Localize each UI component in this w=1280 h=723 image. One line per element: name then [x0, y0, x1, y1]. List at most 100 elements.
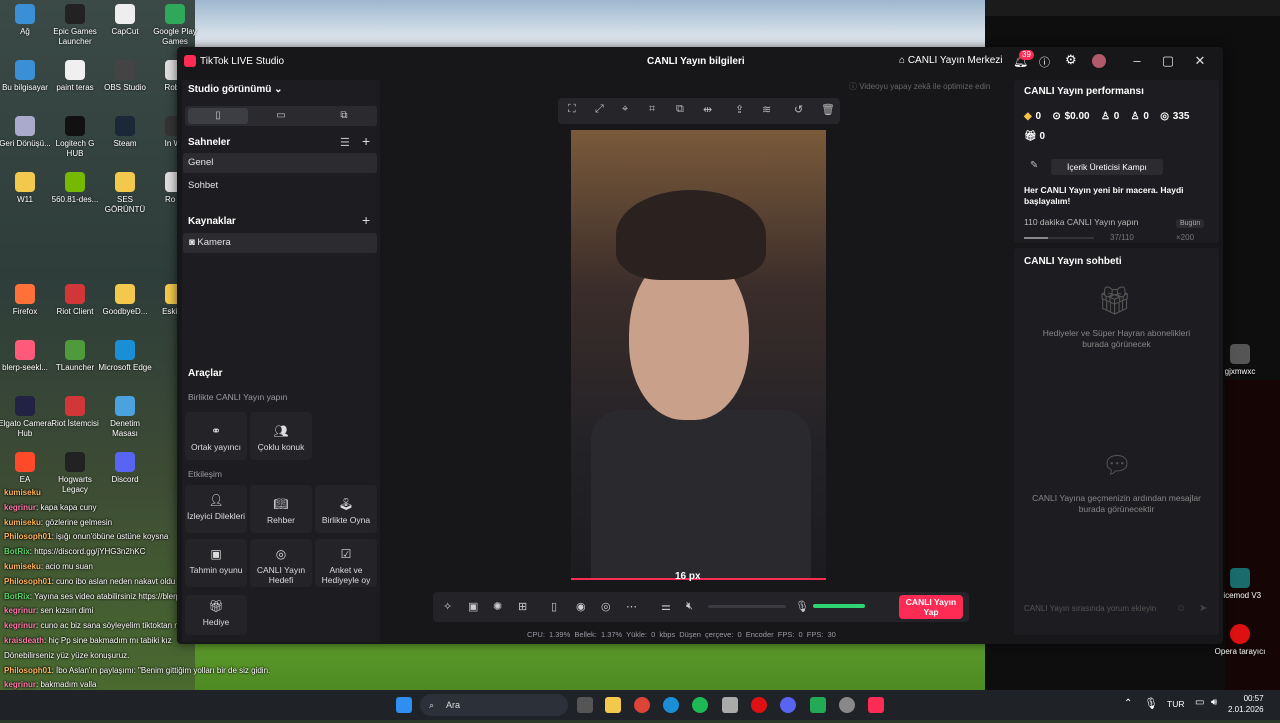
bring-front-icon[interactable]: ⇪ — [735, 103, 744, 116]
phone-icon[interactable]: ▯ — [551, 600, 557, 613]
desktop-icon[interactable]: Epic Games Launcher — [47, 4, 103, 47]
play-together-button[interactable]: 🕹︎ Birlikte Oyna — [315, 485, 377, 533]
network-icon[interactable]: ▭ — [1195, 697, 1204, 708]
source-item[interactable]: ◙ Kamera — [183, 233, 377, 253]
list-icon[interactable]: ☰ — [340, 136, 350, 149]
more-icon[interactable]: ⋯ — [626, 600, 637, 613]
center-icon[interactable]: ⌖ — [622, 103, 628, 116]
go-live-button[interactable]: CANLI Yayın Yap — [899, 595, 963, 619]
desktop-icon[interactable]: paint teras — [47, 60, 103, 93]
file-explorer-icon[interactable] — [605, 697, 621, 713]
opera-icon[interactable] — [751, 697, 767, 713]
gear-icon[interactable]: ⚙ — [1065, 52, 1077, 68]
desktop-icon[interactable]: Google Play Games — [147, 4, 203, 47]
desktop-icon[interactable]: EA — [0, 452, 53, 485]
desktop-icon[interactable]: Ağ — [0, 4, 53, 37]
desktop-icon[interactable]: W11 — [0, 172, 53, 205]
volume-slider[interactable] — [708, 605, 786, 608]
desktop-icon[interactable]: Steam — [97, 116, 153, 149]
desktop-icon[interactable]: GoodbyeD... — [97, 284, 153, 317]
expand-icon[interactable]: ⤢ — [595, 103, 604, 116]
screen-icon[interactable]: ▣ — [468, 600, 478, 613]
settings-taskbar-icon[interactable] — [722, 697, 738, 713]
crop-icon[interactable]: ⌗ — [649, 103, 655, 116]
add-media-icon[interactable]: ⊞ — [518, 600, 527, 613]
edge-icon[interactable] — [663, 697, 679, 713]
chrome-icon[interactable] — [634, 697, 650, 713]
desktop-icon[interactable]: Riot İstemcisi — [47, 396, 103, 429]
emoji-icon[interactable]: ☺ — [1176, 603, 1186, 614]
desktop-icon[interactable]: Bu bilgisayar — [0, 60, 53, 93]
portrait-layout-button[interactable]: ▯ — [188, 108, 248, 124]
effects-icon[interactable]: ✺ — [493, 600, 502, 613]
mic-tray-icon[interactable]: 🎙︎ — [1144, 697, 1158, 710]
speaker-muted-icon[interactable]: 🔇︎ — [686, 600, 693, 613]
layers-icon[interactable]: ≋ — [762, 103, 771, 116]
volume-icon[interactable]: 🔊︎ — [1211, 697, 1217, 708]
magic-icon[interactable]: ✧ — [443, 600, 452, 613]
settings-sliders-icon[interactable]: ⚌ — [661, 600, 671, 613]
studio-view-dropdown[interactable]: Studio görünümü ⌄ — [188, 84, 283, 95]
desktop-icon[interactable]: Denetim Masası — [97, 396, 153, 439]
co-host-button[interactable]: ⚭ Ortak yayıncı — [185, 412, 247, 460]
help-icon[interactable]: ⓘ — [1039, 54, 1050, 70]
app-icon[interactable] — [810, 697, 826, 713]
close-button[interactable]: ✕ — [1189, 52, 1211, 70]
rotate-icon[interactable]: ↺ — [794, 103, 803, 116]
windows-start-icon[interactable] — [396, 697, 412, 713]
tiktok-taskbar-icon[interactable] — [868, 697, 884, 713]
desktop-icon[interactable]: Microsoft Edge — [97, 340, 153, 373]
live-info-button[interactable]: CANLI Yayın bilgileri — [647, 56, 745, 67]
desktop-icon[interactable]: Logitech G HUB — [47, 116, 103, 159]
trash-icon[interactable]: 🗑︎ — [821, 103, 835, 116]
live-center-button[interactable]: ⌂ CANLI Yayın Merkezi — [899, 55, 1003, 66]
campaign-chip[interactable]: İçerik Üreticisi Kampı — [1051, 159, 1163, 175]
scene-item[interactable]: Sohbet — [183, 176, 377, 196]
copy-icon[interactable]: ⧉ — [676, 103, 684, 116]
chat-input[interactable]: CANLI Yayın sırasında yorum ekleyin — [1024, 604, 1194, 613]
live-goal-button[interactable]: ◎ CANLI Yayın Hedefi — [250, 539, 312, 587]
multi-guest-button[interactable]: 👥︎ Çoklu konuk — [250, 412, 312, 460]
chevron-up-icon[interactable]: ⌃ — [1124, 698, 1132, 709]
camera-preview[interactable] — [571, 130, 826, 580]
add-scene-button[interactable]: + — [362, 133, 370, 149]
guide-button[interactable]: 📖︎ Rehber — [250, 485, 312, 533]
desktop-icon[interactable]: 560.81-des... — [47, 172, 103, 205]
desktop-icon[interactable]: Firefox — [0, 284, 53, 317]
fit-icon[interactable]: ⛶ — [568, 103, 576, 116]
desktop-icon[interactable]: Elgato Camera Hub — [0, 396, 53, 439]
landscape-layout-button[interactable]: ▭ — [251, 108, 311, 124]
desktop-icon[interactable]: Geri Dönüşü... — [0, 116, 53, 149]
prediction-button[interactable]: ▣ Tahmin oyunu — [185, 539, 247, 587]
viewer-requests-button[interactable]: 👤︎ İzleyici Dilekleri — [185, 485, 247, 533]
add-source-button[interactable]: + — [362, 212, 370, 228]
send-icon[interactable]: ➤ — [1199, 603, 1207, 614]
clock[interactable]: 00:57 2.01.2026 — [1228, 693, 1264, 715]
microphone-icon[interactable]: 🎙︎ — [795, 600, 809, 613]
discord-icon[interactable] — [780, 697, 796, 713]
mic-level[interactable] — [813, 604, 865, 608]
desktop-icon[interactable]: blerp-seekl... — [0, 340, 53, 373]
spotify-icon[interactable] — [692, 697, 708, 713]
minimize-button[interactable]: – — [1126, 52, 1148, 70]
replay-icon[interactable]: ◎ — [601, 600, 611, 613]
record-icon[interactable]: ◉ — [576, 600, 586, 613]
avatar[interactable] — [1092, 54, 1106, 68]
maximize-button[interactable]: ▢ — [1157, 52, 1179, 70]
desktop-icon[interactable]: Riot Client — [47, 284, 103, 317]
language-indicator[interactable]: TUR — [1167, 699, 1184, 709]
poll-button[interactable]: ☑ Anket ve Hediyeyle oy — [315, 539, 377, 587]
ai-optimize-hint[interactable]: ⓘ Videoyu yapay zekâ ile optimize edin — [849, 81, 990, 92]
flip-icon[interactable]: ⇹ — [703, 103, 712, 116]
desktop-icon[interactable]: TLauncher — [47, 340, 103, 373]
dual-layout-button[interactable]: ⧉ — [314, 108, 374, 124]
scene-item[interactable]: Genel — [183, 153, 377, 173]
desktop-icon[interactable]: SES GÖRÜNTÜ — [97, 172, 153, 215]
gift-button[interactable]: 🎁︎ Hediye — [185, 595, 247, 635]
taskbar-search[interactable]: ⌕ Ara — [420, 694, 568, 716]
obs-icon[interactable] — [839, 697, 855, 713]
desktop-icon[interactable]: Discord — [97, 452, 153, 485]
desktop-icon[interactable]: CapCut — [97, 4, 153, 37]
task-view-icon[interactable] — [577, 697, 593, 713]
desktop-icon[interactable]: OBS Studio — [97, 60, 153, 93]
